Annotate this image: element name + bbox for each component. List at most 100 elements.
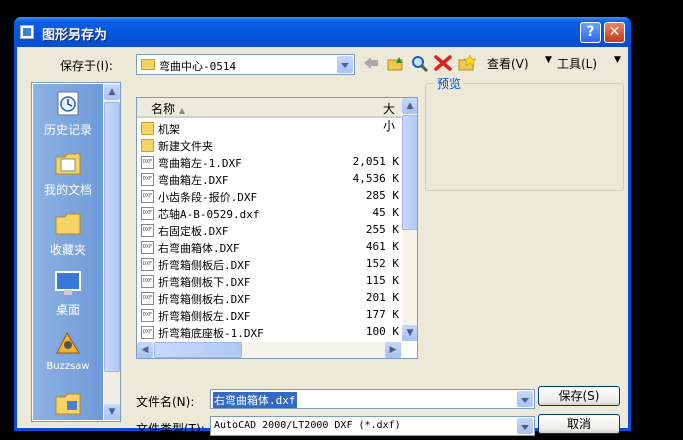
place-desktop[interactable]: 桌面 [33,269,103,318]
place-history[interactable]: 历史记录 [33,89,103,138]
title-bar[interactable]: 图形另存为 ? ✕ [14,17,631,47]
file-name: 芯轴A-B-0529.dxf [158,208,260,221]
file-name: 折弯箱侧板下.DXF [158,276,251,289]
places-bar: 历史记录 我的文档 收藏夹 桌面 Buzzsaw ▲ ▼ [31,82,121,422]
tools-menu[interactable]: 工具(L) [557,55,597,72]
scroll-thumb[interactable] [402,115,417,230]
save-in-value: 弯曲中心-0514 [159,60,237,73]
file-size: 115 K [365,274,399,287]
dxf-file-icon: DXF [141,241,154,254]
search-web-icon[interactable] [410,54,430,73]
dxf-file-icon: DXF [141,173,154,186]
list-item[interactable]: DXF 弯曲箱左-1.DXF 2,051 K [141,154,403,171]
filename-input[interactable]: 右弯曲箱体.dxf [210,389,535,409]
file-list[interactable]: 名称 ▲ 大小 机架 新建文件夹 DXF 弯曲箱左-1.DXF 2,051 K DXF 弯曲… [136,97,418,359]
dxf-file-icon: DXF [141,156,154,169]
desktop-icon [53,269,83,297]
delete-icon[interactable] [433,54,453,72]
file-size: 152 K [365,257,399,270]
save-in-label: 保存于(I): [60,59,113,73]
file-name: 右弯曲箱体.DXF [158,242,240,255]
list-item[interactable]: DXF 小齿条段-报价.DXF 285 K [141,188,403,205]
place-buzzsaw[interactable]: Buzzsaw [33,329,103,372]
window-title: 图形另存为 [42,28,108,43]
chevron-down-icon[interactable] [517,418,533,434]
file-size: 201 K [365,291,399,304]
new-folder-icon[interactable] [457,54,477,72]
dxf-file-icon: DXF [141,224,154,237]
file-size: 177 K [365,308,399,321]
file-size: 2,051 K [352,155,399,168]
ftp-folder-icon [53,389,83,417]
column-header-name[interactable]: 名称 ▲ [151,100,185,117]
chevron-down-icon[interactable] [337,56,353,73]
favorites-folder-icon [53,209,83,237]
preview-box [425,83,624,191]
scroll-down-button[interactable]: ▼ [104,404,120,420]
place-label: 我的文档 [43,183,92,197]
views-menu[interactable]: 查看(V) [487,55,529,72]
buzzsaw-icon [53,329,83,357]
my-documents-icon [53,149,83,177]
preview-label: 预览 [435,75,464,92]
dxf-file-icon: DXF [141,275,154,288]
file-name: 右固定板.DXF [158,225,229,238]
file-name: 折弯箱底座板-1.DXF [158,327,264,340]
dxf-file-icon: DXF [141,326,154,339]
file-size: 285 K [365,189,399,202]
file-name: 机架 [158,123,180,136]
place-ftp[interactable] [33,389,103,421]
file-name: 折弯箱侧板左.DXF [158,310,251,323]
list-item[interactable]: DXF 芯轴A-B-0529.dxf 45 K [141,205,403,222]
list-horizontal-scrollbar[interactable]: ◀ ▶ [137,342,402,358]
place-label: 收藏夹 [49,243,86,257]
chevron-down-icon[interactable] [517,391,533,407]
close-button[interactable]: ✕ [604,22,625,43]
save-in-combo[interactable]: 弯曲中心-0514 [136,54,355,75]
save-button[interactable]: 保存(S) [538,386,620,406]
scroll-down-button[interactable]: ▼ [402,325,417,341]
sort-ascending-icon: ▲ [178,106,185,115]
place-my-documents[interactable]: 我的文档 [33,149,103,198]
place-favorites[interactable]: 收藏夹 [33,209,103,258]
views-dropdown-arrow[interactable]: ▼ [545,55,552,65]
scroll-up-button[interactable]: ▲ [104,84,120,100]
file-name: 弯曲箱左-1.DXF [158,157,242,170]
scroll-up-button[interactable]: ▲ [402,98,417,114]
file-size: 461 K [365,240,399,253]
list-item[interactable]: DXF 右弯曲箱体.DXF 461 K [141,239,403,256]
file-size: 100 K [365,325,399,338]
filetype-value: AutoCAD 2000/LT2000 DXF (*.dxf) [214,420,401,431]
filetype-select[interactable]: AutoCAD 2000/LT2000 DXF (*.dxf) [210,416,535,436]
history-icon [53,89,83,117]
scroll-thumb[interactable] [104,102,120,372]
list-item[interactable]: DXF 折弯箱底座板-1.DXF 100 K [141,324,403,341]
list-item[interactable]: 机架 [141,120,403,137]
list-item[interactable]: DXF 折弯箱侧板下.DXF 115 K [141,273,403,290]
list-header: 名称 ▲ 大小 [137,98,402,133]
dxf-file-icon: DXF [141,190,154,203]
scroll-thumb[interactable] [154,342,242,358]
scroll-left-button[interactable]: ◀ [137,342,153,358]
list-item[interactable]: DXF 弯曲箱左.DXF 4,536 K [141,171,403,188]
dxf-file-icon: DXF [141,258,154,271]
list-item[interactable]: DXF 右固定板.DXF 255 K [141,222,403,239]
tools-dropdown-arrow[interactable]: ▼ [614,55,621,65]
folder-icon [141,139,154,152]
up-folder-icon[interactable] [386,54,406,72]
file-name: 小齿条段-报价.DXF [158,191,258,204]
cancel-button[interactable]: 取消 [538,414,620,434]
scroll-right-button[interactable]: ▶ [385,342,401,358]
list-item[interactable]: DXF 折弯箱侧板后.DXF 152 K [141,256,403,273]
file-name: 新建文件夹 [158,140,213,153]
dialog-body: 保存于(I): 弯曲中心-0514 查看(V) ▼ 工具(L) ▼ 历史记录 我… [17,47,628,436]
list-item[interactable]: DXF 折弯箱侧板左.DXF 177 K [141,307,403,324]
help-button[interactable]: ? [580,22,601,43]
list-item[interactable]: 新建文件夹 [141,137,403,154]
dxf-file-icon: DXF [141,207,154,220]
places-scrollbar[interactable]: ▲ ▼ [104,84,120,420]
list-vertical-scrollbar[interactable]: ▲ ▼ [402,98,417,341]
back-icon[interactable] [361,54,381,72]
list-item[interactable]: DXF 折弯箱侧板右.DXF 201 K [141,290,403,307]
place-label: 历史记录 [43,123,92,137]
